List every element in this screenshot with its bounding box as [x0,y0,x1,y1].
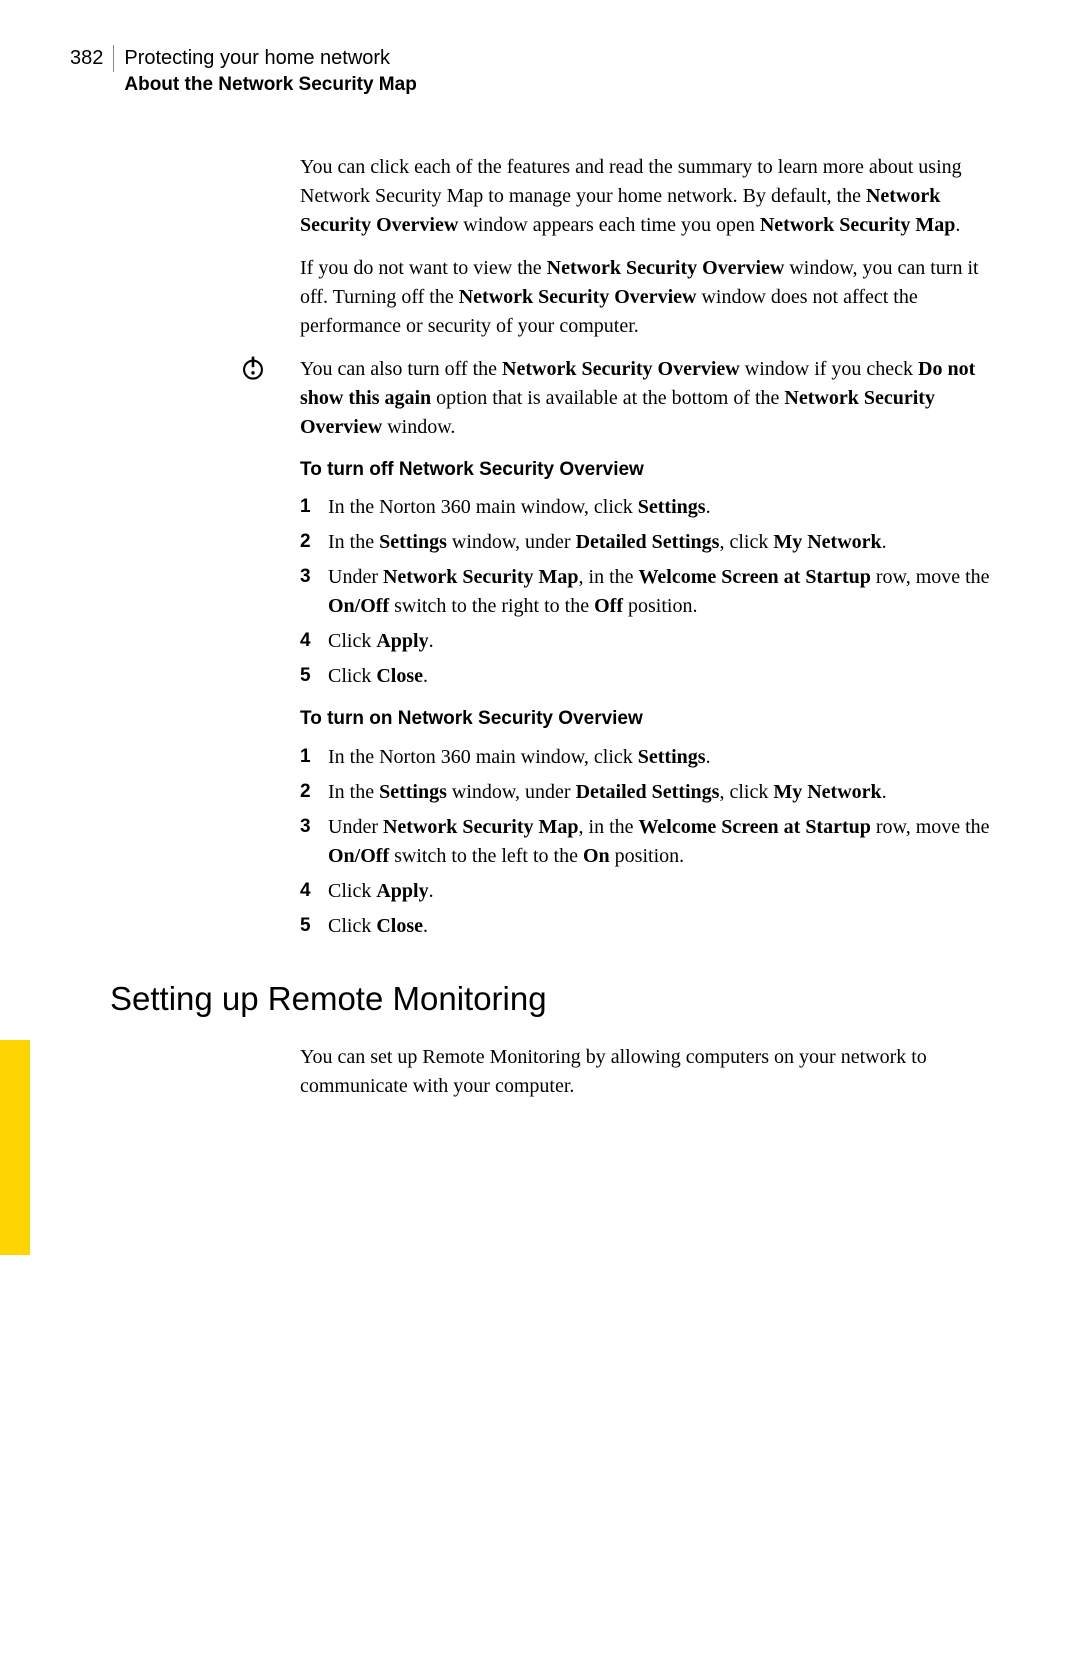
text: position. [623,595,697,617]
section-heading: Setting up Remote Monitoring [110,975,1010,1023]
step-item: In the Norton 360 main window, click Set… [300,743,1000,772]
bold-text: On/Off [328,845,389,867]
step-item: Click Apply. [300,627,1000,656]
body-column: You can set up Remote Monitoring by allo… [300,1043,1000,1101]
bold-text: Detailed Settings [576,531,720,553]
text: , click [719,531,773,553]
alert-icon [240,355,266,381]
text: window, under [447,781,576,803]
bold-text: Welcome Screen at Startup [639,566,871,588]
paragraph: You can click each of the features and r… [300,153,1000,240]
text: window appears each time you open [458,214,760,236]
text: switch to the left to the [389,845,583,867]
page-header: 382 Protecting your home network About t… [70,45,1010,98]
text: Click [328,915,376,937]
text: Under [328,566,383,588]
bold-text: Network Security Overview [502,358,740,380]
step-item: In the Settings window, under Detailed S… [300,528,1000,557]
header-titles: Protecting your home network About the N… [114,45,416,98]
text: . [706,746,711,768]
bold-text: Network Security Overview [547,257,785,279]
bold-text: Settings [379,781,447,803]
bold-text: Network Security Map [383,816,579,838]
bold-text: Welcome Screen at Startup [639,816,871,838]
procedure-steps: In the Norton 360 main window, click Set… [300,493,1000,691]
bold-text: Apply [376,630,428,652]
bold-text: Settings [638,746,706,768]
step-item: Click Close. [300,662,1000,691]
text: If you do not want to view the [300,257,547,279]
text: In the Norton 360 main window, click [328,746,638,768]
text: Click [328,880,376,902]
bold-text: Apply [376,880,428,902]
bold-text: Network Security Overview [459,286,697,308]
text: . [955,214,960,236]
text: . [706,496,711,518]
step-item: In the Norton 360 main window, click Set… [300,493,1000,522]
bold-text: My Network [773,781,881,803]
text: window if you check [740,358,918,380]
text: option that is available at the bottom o… [431,387,784,409]
text: row, move the [871,566,990,588]
paragraph: You can set up Remote Monitoring by allo… [300,1043,1000,1101]
text: You can click each of the features and r… [300,156,962,207]
text: Click [328,630,376,652]
bold-text: Detailed Settings [576,781,720,803]
text: , in the [579,816,639,838]
text: In the [328,531,379,553]
step-item: In the Settings window, under Detailed S… [300,778,1000,807]
bold-text: Network Security Map [760,214,956,236]
text: . [882,531,887,553]
text: , click [719,781,773,803]
bold-text: Settings [638,496,706,518]
procedure-steps: In the Norton 360 main window, click Set… [300,743,1000,941]
step-item: Click Apply. [300,877,1000,906]
step-item: Under Network Security Map, in the Welco… [300,813,1000,871]
text: . [423,665,428,687]
text: position. [610,845,684,867]
text: window. [382,416,455,438]
text: , in the [579,566,639,588]
text: row, move the [871,816,990,838]
text: In the Norton 360 main window, click [328,496,638,518]
text: window, under [447,531,576,553]
text: Click [328,665,376,687]
text: In the [328,781,379,803]
paragraph: You can also turn off the Network Securi… [300,355,1000,442]
text: . [882,781,887,803]
step-item: Click Close. [300,912,1000,941]
text: . [429,880,434,902]
bold-text: My Network [773,531,881,553]
procedure-title: To turn on Network Security Overview [300,705,1000,733]
header-chapter: Protecting your home network [124,45,416,72]
paragraph: If you do not want to view the Network S… [300,254,1000,341]
bold-text: On/Off [328,595,389,617]
bold-text: Settings [379,531,447,553]
text: . [423,915,428,937]
text: Under [328,816,383,838]
page-number: 382 [70,45,114,72]
bold-text: Off [594,595,623,617]
text: You can also turn off the [300,358,502,380]
body-column: You can click each of the features and r… [300,153,1000,941]
bold-text: Network Security Map [383,566,579,588]
page-content: 382 Protecting your home network About t… [0,0,1080,1175]
text: switch to the right to the [389,595,594,617]
bold-text: Close [376,665,423,687]
bold-text: On [583,845,610,867]
text: . [429,630,434,652]
note-block: You can also turn off the Network Securi… [300,355,1000,442]
procedure-title: To turn off Network Security Overview [300,456,1000,484]
bold-text: Close [376,915,423,937]
step-item: Under Network Security Map, in the Welco… [300,563,1000,621]
header-section: About the Network Security Map [124,72,416,98]
